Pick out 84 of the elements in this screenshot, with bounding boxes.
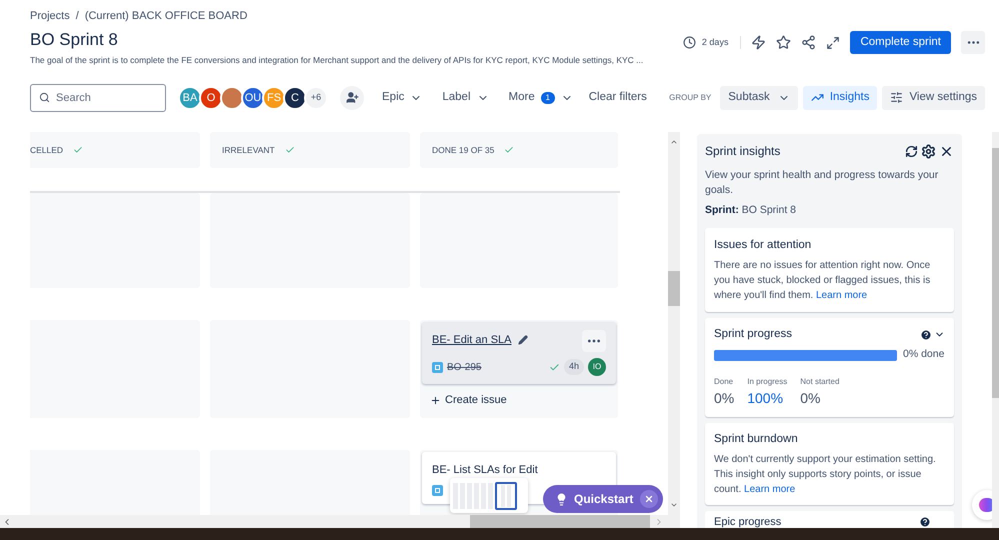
help-icon[interactable] [919,516,931,528]
insights-button[interactable]: Insights [802,86,878,110]
card-title[interactable]: BE- List SLAs for Edit [432,462,538,478]
card-title[interactable]: BE- Edit an SLA [432,332,512,348]
filter-dropdown[interactable]: Label [442,89,489,106]
user-avatar[interactable]: OU [241,86,265,110]
scroll-thumb[interactable] [992,148,999,398]
estimate-badge: 4h [564,359,584,375]
breadcrumb-link[interactable]: Projects [30,8,70,24]
filter-count-badge: 1 [540,92,555,104]
card-menu-button[interactable] [582,330,606,352]
scroll-up-icon[interactable] [670,138,678,146]
scroll-thumb[interactable] [470,515,650,528]
stat-label: Not started [800,376,840,388]
scroll-thumb[interactable] [668,271,680,306]
help-icon[interactable] [920,328,932,341]
assignee-avatar[interactable]: IO [588,358,606,376]
page-scrollbar[interactable] [992,132,999,528]
refresh-icon[interactable] [905,144,918,158]
filter-dropdown[interactable]: Epic [382,89,422,106]
learn-more-link[interactable]: Learn more [816,290,868,301]
complete-sprint-button[interactable]: Complete sprint [850,31,951,54]
clock-icon [682,36,696,50]
filter-dropdown[interactable]: More 1 [508,89,573,106]
edit-icon[interactable] [518,335,528,346]
lightning-icon[interactable] [751,35,766,50]
learn-more-link[interactable]: Learn more [744,484,796,496]
stat-value: 0% [800,389,822,408]
done-check-icon [284,145,295,155]
star-icon[interactable] [776,35,792,50]
column-title: IRRELEVANT [222,144,275,156]
search-icon [39,92,50,104]
search-input[interactable]: Search [56,90,156,106]
issue-card[interactable]: BE- Edit an SLA BO-295 4h IO [422,322,616,384]
settings-icon[interactable] [921,144,936,158]
done-check-icon [73,145,84,155]
add-people-button[interactable] [340,86,364,110]
panel-title: Sprint insights [705,143,780,160]
card-heading: Sprint burndown [714,432,799,447]
view-settings-button[interactable]: View settings [882,86,985,110]
sprint-goal: The goal of the sprint is to complete the FE conversions and integration for Merchant support and the delivery of APIs for KYC report, KYC Module settings, KYC ... [30,54,644,67]
time-remaining: 2 days [702,36,728,49]
progress-reading: 0% done [903,347,944,362]
column-title: CELLED [30,144,64,156]
sliders-icon[interactable] [890,91,904,104]
done-check-icon [504,145,514,155]
stat-value: 100% [747,389,784,408]
stat-label: In progress [747,376,788,388]
subtask-icon [432,362,443,372]
card-heading: Issues for attention [714,238,812,253]
more-actions-button[interactable] [961,31,985,54]
search-field[interactable]: Search [30,84,166,112]
stat-value: 0% [714,389,734,408]
breadcrumb-separator: / [76,9,79,24]
lightbulb-icon[interactable] [555,492,568,506]
breadcrumb-link[interactable]: (Current) BACK OFFICE BOARD [84,8,248,24]
create-issue-button[interactable]: Create issue [430,392,507,408]
clear-filters-button[interactable]: Clear filters [588,89,647,106]
burndown-text: We don't currently support your estimation setting. This insight only supports story points, or issue count. Learn more [714,453,937,498]
sprint-name: Sprint: BO Sprint 8 [705,203,798,218]
column-title: DONE 19 OF 35 [432,144,494,156]
issue-key[interactable]: BO-295 [447,360,482,374]
horizontal-scrollbar[interactable] [0,515,680,528]
more-avatars-count[interactable]: +6 [304,86,328,110]
expand-icon[interactable] [826,36,840,50]
quickstart-button[interactable]: Quickstart [543,485,663,513]
attention-text: There are no issues for attention right now. Once you have stuck, blocked or flagged issues, this is where you'll find them. Learn more [714,259,932,303]
done-check-icon [548,362,560,372]
panel-description: View your sprint health and progress towards your goals. [705,168,940,198]
add-person-icon[interactable] [346,91,358,104]
vertical-scrollbar[interactable] [668,132,680,515]
board-minimap[interactable] [450,478,528,513]
card-heading: Epic progress [714,514,782,528]
stat-label: Done [714,376,734,388]
user-avatar[interactable]: O [199,86,223,110]
scroll-down-icon[interactable] [670,501,678,509]
plus-icon[interactable] [430,394,441,406]
sprint-title: BO Sprint 8 [30,28,119,50]
user-avatar[interactable]: C [283,86,307,110]
group-by-label: GROUP BY [669,92,712,104]
share-icon[interactable] [801,35,816,50]
group-by-dropdown[interactable]: Subtask [720,86,798,110]
card-heading: Sprint progress [714,327,792,342]
subtask-icon [432,484,443,496]
